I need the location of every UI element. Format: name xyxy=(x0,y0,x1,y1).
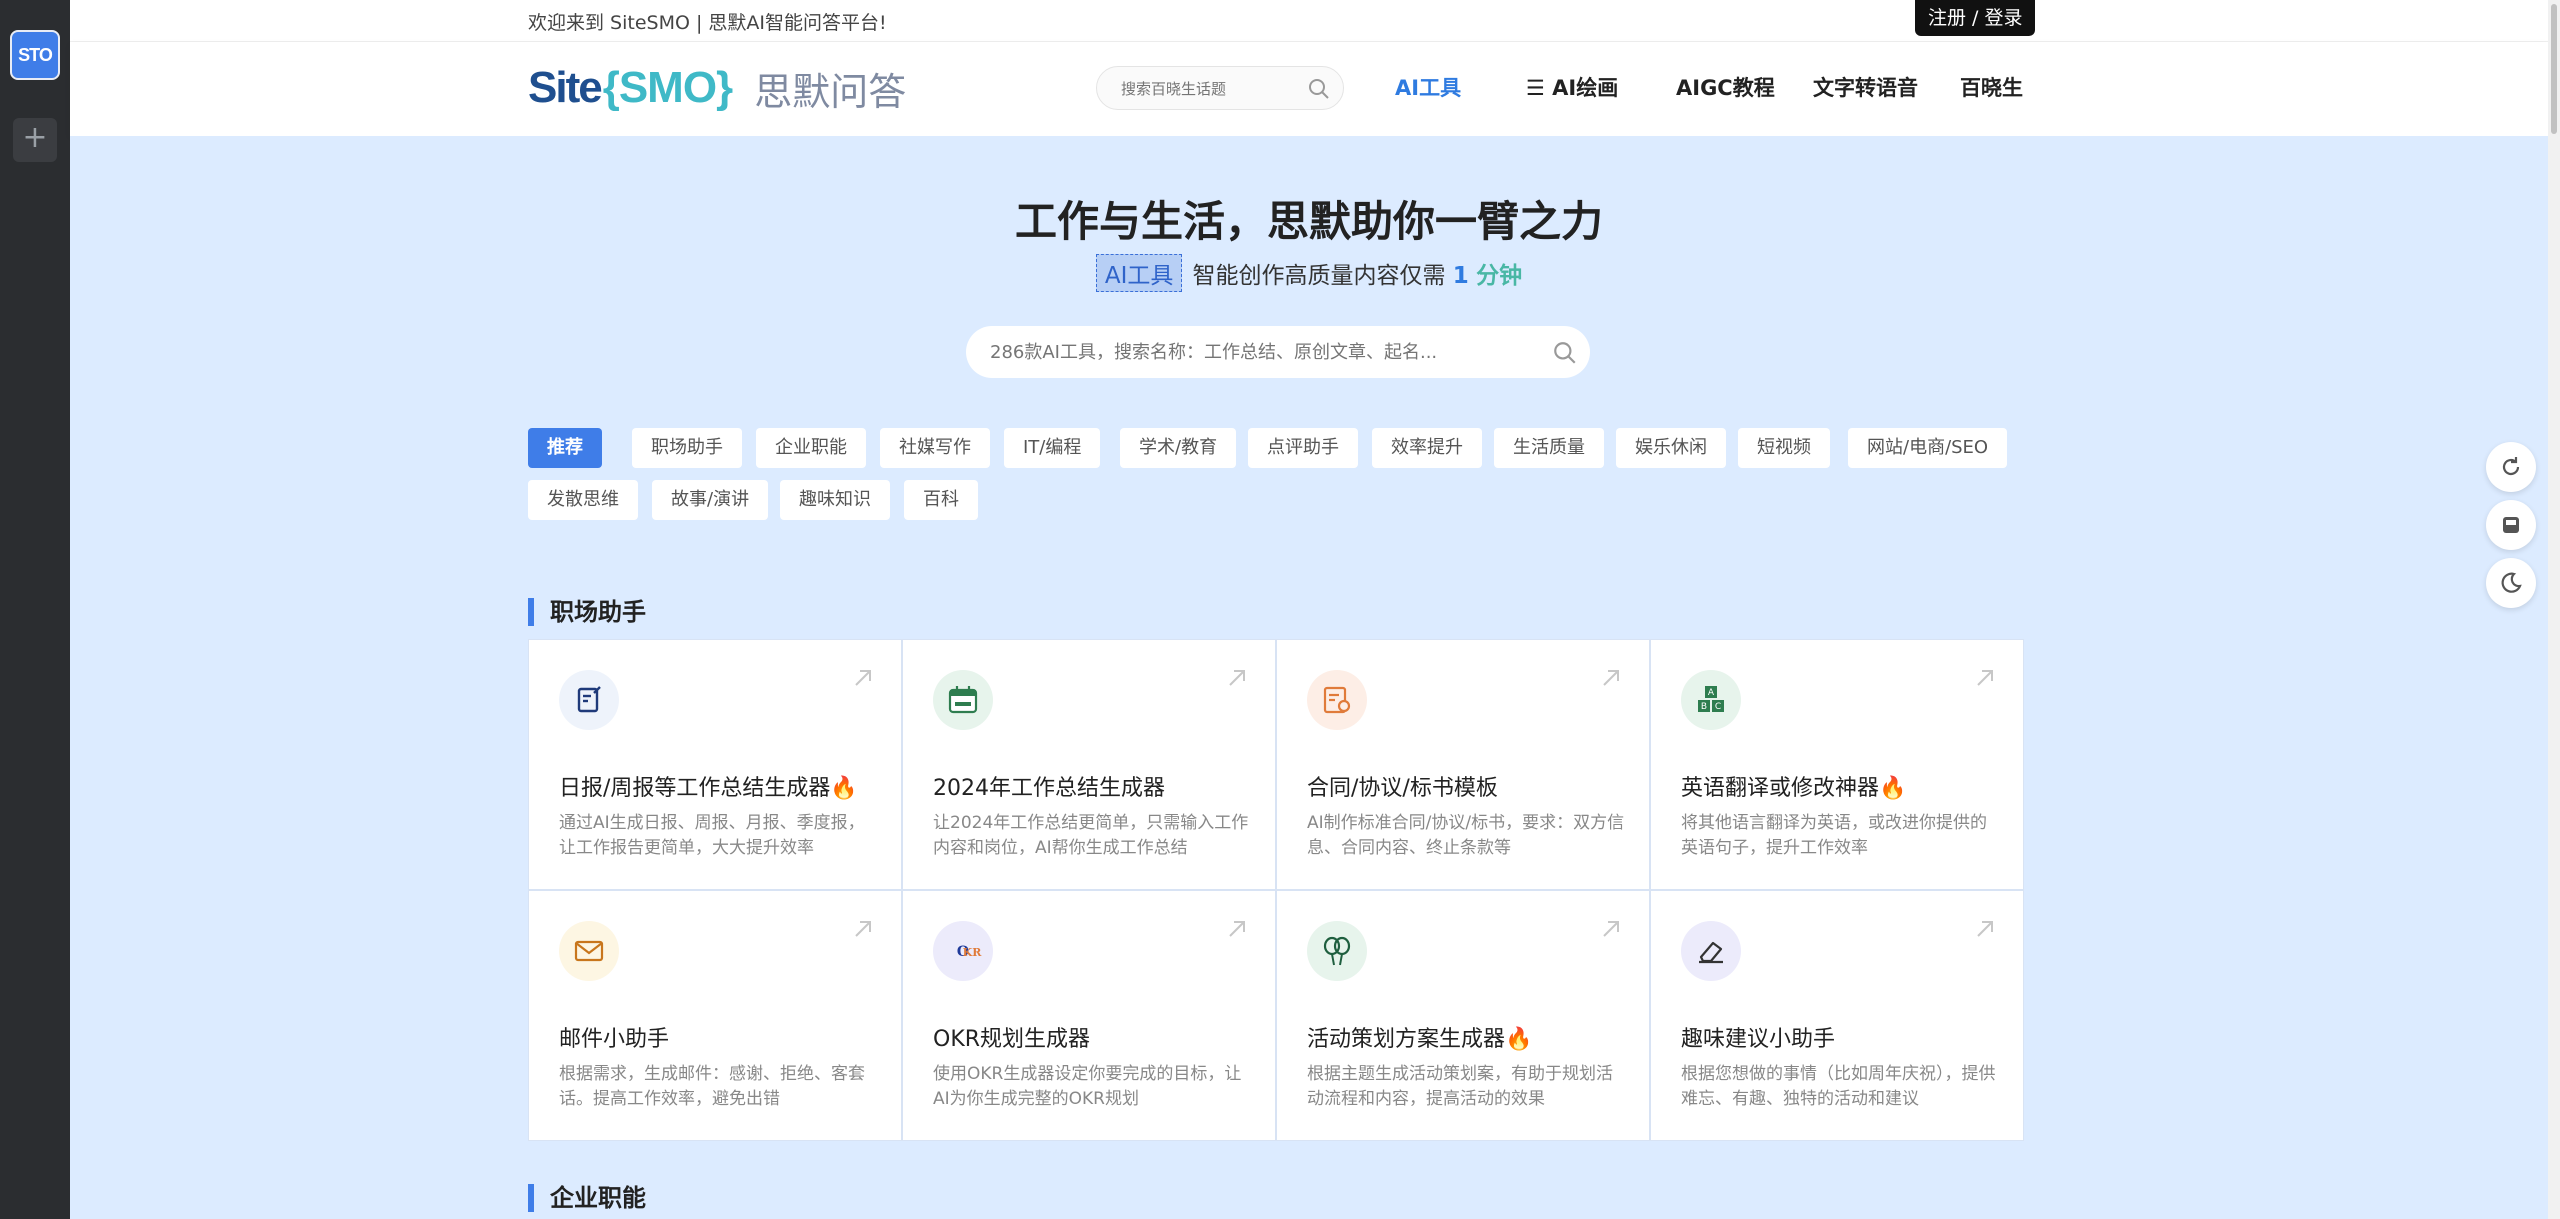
nav-aigc-tutorial[interactable]: AIGC教程 xyxy=(1676,72,1775,102)
logo-smo-text: {SMO} xyxy=(602,63,733,112)
okr-icon: O KR xyxy=(933,921,993,981)
left-dock: STO + xyxy=(0,0,70,1219)
open-arrow-icon xyxy=(853,668,873,692)
tool-card-title: 邮件小助手 xyxy=(559,1027,670,1052)
chip-it[interactable]: IT/编程 xyxy=(1004,428,1101,468)
svg-text:A: A xyxy=(1708,688,1715,698)
tool-card-desc: AI制作标准合同/协议/标书，要求：双方信息、合同内容、终止条款等 xyxy=(1307,813,1625,858)
tool-card-title: 英语翻译或修改神器🔥 xyxy=(1681,776,1907,801)
chip-encyclopedia[interactable]: 百科 xyxy=(904,480,978,520)
mail-icon xyxy=(559,921,619,981)
login-button[interactable]: 注册 / 登录 xyxy=(1915,0,2036,36)
open-arrow-icon xyxy=(1601,668,1621,692)
site-logo[interactable]: Site {SMO} 思默问答 xyxy=(528,60,906,116)
dock-add-icon[interactable]: + xyxy=(13,118,57,162)
site-header: Site {SMO} 思默问答 AI工具 ☰ AI绘画 AIGC教程 文字转语音… xyxy=(70,42,2548,136)
tool-card-desc: 根据您想做的事情（比如周年庆祝），提供难忘、有趣、独特的活动和建议 xyxy=(1681,1064,1996,1109)
chip-efficiency[interactable]: 效率提升 xyxy=(1372,428,1482,468)
chip-divergent[interactable]: 发散思维 xyxy=(528,480,638,520)
tool-card-title: OKR规划生成器 xyxy=(933,1027,1091,1052)
chip-education[interactable]: 学术/教育 xyxy=(1120,428,1237,468)
svg-text:C: C xyxy=(1715,702,1721,712)
open-arrow-icon xyxy=(1227,668,1247,692)
chip-story[interactable]: 故事/演讲 xyxy=(652,480,769,520)
chip-recommend[interactable]: 推荐 xyxy=(528,428,602,468)
open-arrow-icon xyxy=(1227,919,1247,943)
svg-text:KR: KR xyxy=(963,946,983,959)
nav-text-to-speech[interactable]: 文字转语音 xyxy=(1813,72,1918,102)
calendar-2024-icon xyxy=(933,670,993,730)
tool-card-title: 2024年工作总结生成器 xyxy=(933,776,1165,801)
tool-card-title: 活动策划方案生成器🔥 xyxy=(1307,1027,1533,1052)
tool-card-title: 合同/协议/标书模板 xyxy=(1307,776,1498,801)
hero-title: 工作与生活，思默助你一臂之力 xyxy=(1014,197,1603,246)
chip-life[interactable]: 生活质量 xyxy=(1494,428,1604,468)
hero-subtitle-text: 智能创作高质量内容仅需 xyxy=(1192,263,1446,289)
tool-card[interactable]: 邮件小助手 根据需求，生成邮件：感谢、拒绝、客套话。提高工作效率，避免出错 xyxy=(528,890,902,1141)
inbox-icon[interactable] xyxy=(2486,500,2536,550)
dark-mode-icon[interactable] xyxy=(2486,558,2536,608)
chip-workplace[interactable]: 职场助手 xyxy=(632,428,742,468)
eraser-icon xyxy=(1681,921,1741,981)
tool-card[interactable]: ABC 英语翻译或修改神器🔥 将其他语言翻译为英语，或改进你提供的英语句子，提升… xyxy=(1650,639,2024,890)
dock-app-icon[interactable]: STO xyxy=(10,30,60,80)
tool-search xyxy=(966,326,1590,378)
tool-card-title: 趣味建议小助手 xyxy=(1681,1027,1836,1052)
tool-card[interactable]: 2024年工作总结生成器 让2024年工作总结更简单，只需输入工作内容和岗位，A… xyxy=(902,639,1276,890)
section-title-enterprise: 企业职能 xyxy=(528,1184,646,1212)
hero-unit: 分钟 xyxy=(1476,263,1523,289)
tool-card[interactable]: 合同/协议/标书模板 AI制作标准合同/协议/标书，要求：双方信息、合同内容、终… xyxy=(1276,639,1650,890)
balloons-icon xyxy=(1307,921,1367,981)
open-arrow-icon xyxy=(1975,668,1995,692)
header-search-input[interactable] xyxy=(1121,77,1301,101)
search-icon[interactable] xyxy=(1552,340,1578,370)
header-search xyxy=(1096,66,1344,110)
refresh-icon[interactable] xyxy=(2486,442,2536,492)
welcome-text: 欢迎来到 SiteSMO | 思默AI智能问答平台! xyxy=(528,12,887,34)
top-strip: 欢迎来到 SiteSMO | 思默AI智能问答平台! 注册 / 登录 xyxy=(70,0,2548,42)
tool-grid: 日报/周报等工作总结生成器🔥 通过AI生成日报、周报、月报、季度报，让工作报告更… xyxy=(528,639,2024,1141)
nav-ai-tools[interactable]: AI工具 xyxy=(1395,72,1461,102)
tool-card[interactable]: 趣味建议小助手 根据您想做的事情（比如周年庆祝），提供难忘、有趣、独特的活动和建… xyxy=(1650,890,2024,1141)
tool-card-desc: 将其他语言翻译为英语，或改进你提供的英语句子，提升工作效率 xyxy=(1681,813,1987,858)
chip-seo[interactable]: 网站/电商/SEO xyxy=(1848,428,2008,468)
chip-short-video[interactable]: 短视频 xyxy=(1738,428,1830,468)
page-scrollbar[interactable] xyxy=(2548,0,2560,1219)
tool-card[interactable]: 日报/周报等工作总结生成器🔥 通过AI生成日报、周报、月报、季度报，让工作报告更… xyxy=(528,639,902,890)
chip-enterprise[interactable]: 企业职能 xyxy=(756,428,866,468)
search-icon[interactable] xyxy=(1307,77,1331,105)
tool-card-title: 日报/周报等工作总结生成器🔥 xyxy=(559,776,858,801)
scrollbar-thumb[interactable] xyxy=(2551,4,2557,134)
hero-num: 1 xyxy=(1452,263,1469,289)
logo-site-text: Site xyxy=(528,63,603,112)
nav-ai-painting[interactable]: ☰ AI绘画 xyxy=(1526,72,1618,102)
hero-tag: AI工具 xyxy=(1095,254,1183,292)
tool-card-desc: 通过AI生成日报、周报、月报、季度报，让工作报告更简单，大大提升效率 xyxy=(559,813,865,858)
tool-search-input[interactable] xyxy=(990,340,1530,364)
section-title-workplace: 职场助手 xyxy=(528,598,646,626)
hero-subtitle: AI工具 智能创作高质量内容仅需 1 分钟 xyxy=(70,254,2548,292)
tool-card-desc: 根据需求，生成邮件：感谢、拒绝、客套话。提高工作效率，避免出错 xyxy=(559,1064,865,1109)
edit-report-icon xyxy=(559,670,619,730)
nav-baixiaosheng[interactable]: 百晓生 xyxy=(1960,72,2023,102)
open-arrow-icon xyxy=(1601,919,1621,943)
contract-icon xyxy=(1307,670,1367,730)
svg-text:B: B xyxy=(1701,702,1707,712)
chip-review[interactable]: 点评助手 xyxy=(1248,428,1358,468)
tool-card[interactable]: O KR OKR规划生成器 使用OKR生成器设定你要完成的目标，让AI为你生成完整… xyxy=(902,890,1276,1141)
chip-fun-knowledge[interactable]: 趣味知识 xyxy=(780,480,890,520)
chip-entertainment[interactable]: 娱乐休闲 xyxy=(1616,428,1726,468)
chip-social[interactable]: 社媒写作 xyxy=(880,428,990,468)
abc-blocks-icon: ABC xyxy=(1681,670,1741,730)
tool-card-desc: 根据主题生成活动策划案，有助于规划活动流程和内容，提高活动的效果 xyxy=(1307,1064,1613,1109)
main-content: 工作与生活，思默助你一臂之力 AI工具智能创作高质量内容仅需 1 分钟 推荐 职… xyxy=(70,136,2548,1219)
logo-cn-text: 思默问答 xyxy=(754,69,907,114)
tool-card-desc: 使用OKR生成器设定你要完成的目标，让AI为你生成完整的OKR规划 xyxy=(933,1064,1242,1109)
open-arrow-icon xyxy=(853,919,873,943)
open-arrow-icon xyxy=(1975,919,1995,943)
tool-card[interactable]: 活动策划方案生成器🔥 根据主题生成活动策划案，有助于规划活动流程和内容，提高活动… xyxy=(1276,890,1650,1141)
tool-card-desc: 让2024年工作总结更简单，只需输入工作内容和岗位，AI帮你生成工作总结 xyxy=(933,813,1249,858)
